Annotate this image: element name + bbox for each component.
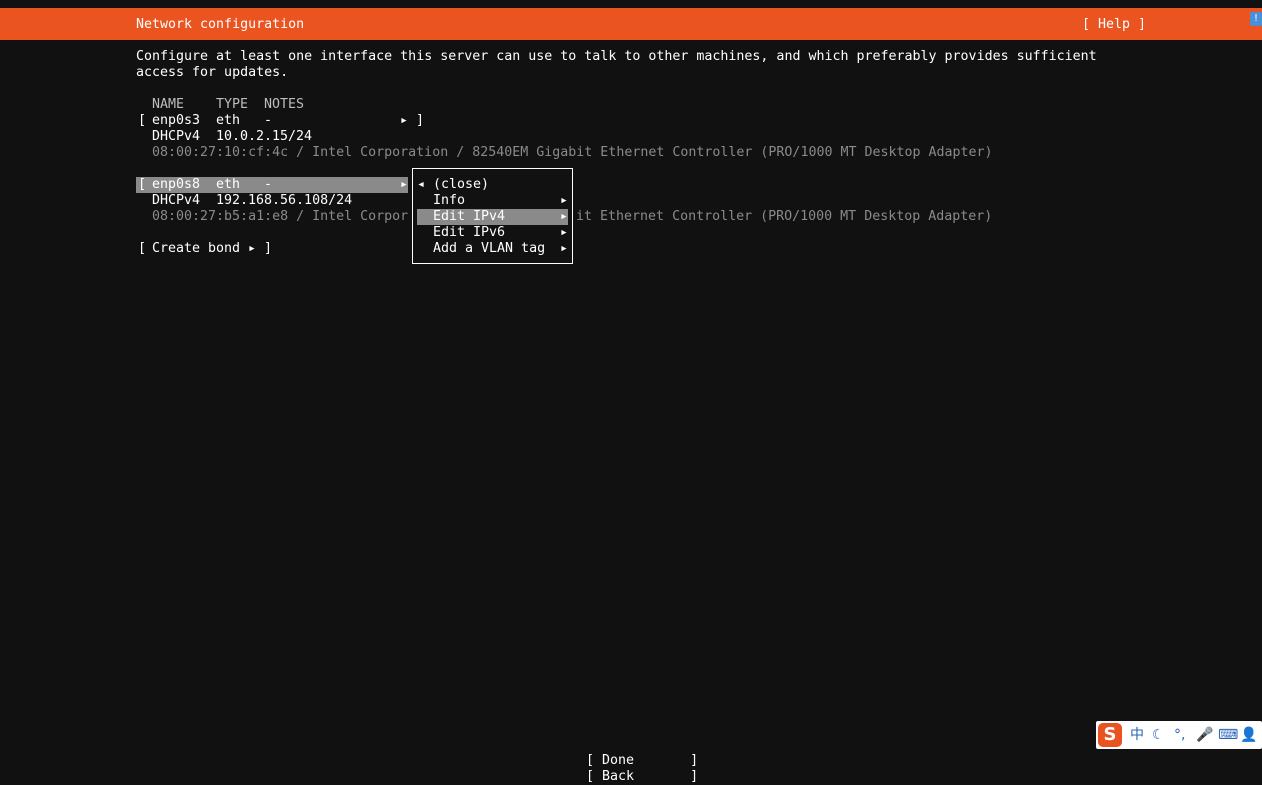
interface-proto: DHCPv4	[152, 129, 201, 144]
page-title: Network configuration	[136, 17, 305, 32]
chevron-right-icon: ▸	[248, 241, 257, 256]
chevron-right-icon: ▸	[560, 225, 569, 240]
interface-proto: DHCPv4	[152, 193, 201, 208]
chevron-right-icon: ▸	[400, 177, 409, 192]
interface-type: eth	[216, 177, 241, 192]
interface-notes: -	[264, 177, 273, 192]
column-header-notes: NOTES	[264, 97, 305, 112]
interface-address: 10.0.2.15/24	[216, 129, 313, 144]
interface-name: enp0s8	[152, 177, 201, 192]
menu-item-label: Edit IPv6	[433, 225, 506, 240]
menu-item-label: Edit IPv4	[433, 209, 506, 224]
microphone-icon[interactable]: 🎤	[1196, 726, 1213, 744]
interface-address: 192.168.56.108/24	[216, 193, 353, 208]
sogou-logo-icon[interactable]: S	[1098, 723, 1122, 747]
chinese-mode-icon[interactable]: 中	[1130, 726, 1144, 744]
moon-icon[interactable]: ☾	[1152, 726, 1165, 744]
done-button[interactable]: [ Done ]	[586, 753, 698, 769]
chevron-right-icon: ▸	[560, 193, 569, 208]
column-header-type: TYPE	[216, 97, 249, 112]
keyboard-icon[interactable]: ⌨	[1218, 726, 1238, 744]
menu-item-label: Add a VLAN tag	[433, 241, 546, 256]
header-bar: Network configuration [ Help ]	[0, 8, 1262, 40]
chevron-right-icon: ▸	[560, 241, 569, 256]
interface-hardware-left: 08:00:27:b5:a1:e8 / Intel Corpor	[152, 209, 409, 224]
row-bracket-open: [	[138, 113, 147, 128]
user-icon[interactable]: 👤	[1240, 726, 1257, 744]
description-line-2: access for updates.	[136, 65, 289, 80]
chevron-right-icon: ▸	[400, 113, 409, 128]
chevron-left-icon: ◂	[417, 177, 426, 192]
bracket-open: [	[138, 241, 147, 256]
interface-type: eth	[216, 113, 241, 128]
help-button[interactable]: [ Help ]	[1082, 17, 1146, 33]
column-header-name: NAME	[152, 97, 185, 112]
description-line-1: Configure at least one interface this se…	[136, 49, 1097, 64]
menu-item-label: (close)	[433, 177, 490, 192]
chevron-right-icon: ▸	[560, 209, 569, 224]
interface-hardware: 08:00:27:10:cf:4c / Intel Corporation / …	[152, 145, 993, 160]
punctuation-icon[interactable]: °,	[1174, 726, 1185, 744]
interface-notes: -	[264, 113, 273, 128]
row-bracket-open: [	[138, 177, 147, 192]
interface-hardware-right: it Ethernet Controller (PRO/1000 MT Desk…	[576, 209, 993, 224]
row-bracket-close: ]	[416, 113, 425, 128]
notification-icon[interactable]: !	[1250, 12, 1262, 26]
bracket-close: ]	[264, 241, 273, 256]
interface-context-menu: ◂ (close) Info ▸ Edit IPv4 ▸ Edit IPv6 ▸…	[412, 168, 573, 264]
back-button[interactable]: [ Back ]	[586, 769, 698, 785]
ime-toolbar: S 中 ☾ °, 🎤 ⌨ 👤	[1096, 721, 1262, 749]
create-bond-label: Create bond	[152, 241, 241, 256]
interface-name: enp0s3	[152, 113, 201, 128]
top-strip	[0, 0, 1262, 8]
menu-item-label: Info	[433, 193, 466, 208]
